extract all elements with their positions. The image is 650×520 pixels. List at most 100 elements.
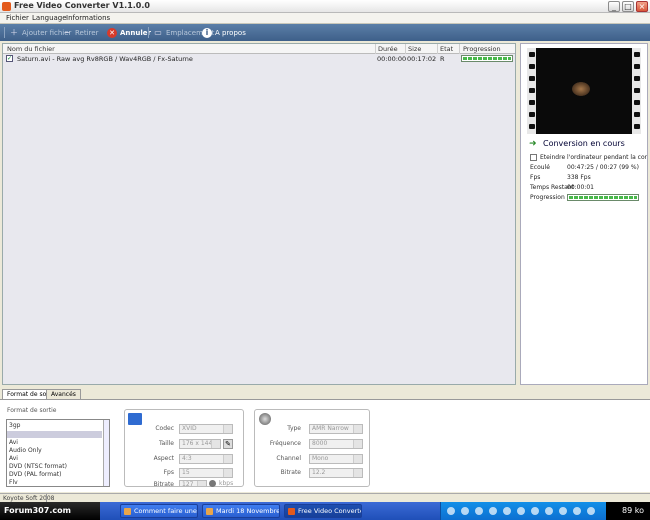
- video-aspect-label: Aspect: [153, 455, 174, 462]
- menu-file[interactable]: Fichier: [6, 14, 29, 22]
- tray-icon[interactable]: [461, 507, 469, 515]
- add-file-icon: ＋: [10, 28, 18, 37]
- video-settings-group: Codec XVID Taille 176 x 144 ✎ Aspect 4:3…: [124, 409, 244, 488]
- shutdown-checkbox[interactable]: [530, 154, 537, 161]
- about-button[interactable]: iA propos: [202, 26, 246, 39]
- formats-title: Format de sortie: [7, 407, 57, 414]
- format-list[interactable]: 3gp Avi Audio Only Avi DVD (NTSC format)…: [6, 419, 110, 487]
- row-duration: 00:00:00: [377, 55, 407, 63]
- size-indicator: 89 ko: [606, 502, 650, 520]
- audio-channel-select[interactable]: Mono: [309, 454, 363, 464]
- minimize-icon: _: [612, 2, 616, 11]
- video-bitrate-select[interactable]: 127: [179, 480, 207, 487]
- tray-icon[interactable]: [475, 507, 483, 515]
- title-bar: Free Video Converter V1.1.0.0 _ □ ×: [0, 0, 650, 13]
- taskbar-item[interactable]: Comment faire une...: [120, 504, 198, 518]
- start-button[interactable]: Forum307.com: [0, 502, 100, 520]
- video-aspect-select[interactable]: 4:3: [179, 454, 233, 464]
- tray-icon[interactable]: [503, 507, 511, 515]
- column-duration[interactable]: Durée: [378, 45, 398, 53]
- cancel-icon: ✕: [107, 27, 117, 38]
- video-size-select[interactable]: 176 x 144: [179, 439, 221, 449]
- format-item[interactable]: Audio Only: [9, 447, 42, 454]
- fps-value: 338 Fps: [567, 174, 591, 181]
- start-text: Forum307.com: [4, 506, 71, 515]
- format-item[interactable]: DVD (NTSC format): [9, 463, 67, 470]
- edit-size-icon[interactable]: ✎: [223, 439, 233, 449]
- remaining-value: 00:00:01: [567, 184, 594, 191]
- taskbar-item[interactable]: Mardi 18 Novembre 20...: [202, 504, 280, 518]
- table-row[interactable]: ✓ Saturn.avi - Raw avg Rv8RGB / Wav4RGB …: [3, 54, 515, 64]
- file-list[interactable]: Nom du fichier Durée Size Etat Progressi…: [2, 43, 516, 385]
- system-tray: [440, 502, 606, 520]
- tray-icon[interactable]: [447, 507, 455, 515]
- format-item[interactable]: Flv: [9, 479, 18, 486]
- conversion-panel: ➜ Conversion en cours Eteindre l'ordinat…: [520, 43, 648, 385]
- tray-icon[interactable]: [545, 507, 553, 515]
- format-item[interactable]: Avi: [9, 455, 18, 462]
- audio-frequency-select[interactable]: 8000: [309, 439, 363, 449]
- video-icon: [128, 413, 142, 425]
- cancel-button[interactable]: ✕ Annuler: [107, 26, 151, 39]
- audio-type-select[interactable]: AMR Narrow: [309, 424, 363, 434]
- overall-progress-fill: [569, 196, 637, 199]
- tray-icon[interactable]: [587, 507, 595, 515]
- format-item[interactable]: Avi: [9, 439, 18, 446]
- size-indicator-text: 89 ko: [622, 506, 644, 515]
- row-checkbox[interactable]: ✓: [6, 55, 13, 62]
- audio-bitrate-label: Bitrate: [280, 469, 301, 476]
- settings-tabs: Format de sortie Avancés: [0, 389, 650, 399]
- file-list-header: Nom du fichier Durée Size Etat Progressi…: [3, 44, 515, 54]
- format-item-selected[interactable]: [7, 431, 102, 438]
- column-size[interactable]: Size: [408, 45, 421, 53]
- tray-icon[interactable]: [531, 507, 539, 515]
- audio-settings-group: Type AMR Narrow Fréquence 8000 Channel M…: [254, 409, 370, 487]
- info-icon: i: [202, 27, 212, 38]
- taskbar-item-active[interactable]: Free Video Converter: [284, 504, 362, 518]
- elapsed-value: 00:47:25 / 00:27 (99 %): [567, 164, 639, 171]
- close-button[interactable]: ×: [636, 1, 648, 12]
- folder-icon: ▭: [154, 28, 162, 37]
- tray-icon[interactable]: [489, 507, 497, 515]
- conversion-status-title: Conversion en cours: [543, 139, 625, 148]
- menu-language[interactable]: Language: [32, 14, 67, 22]
- tray-icon[interactable]: [573, 507, 581, 515]
- audio-frequency-label: Fréquence: [269, 440, 301, 447]
- video-codec-select[interactable]: XVID: [179, 424, 233, 434]
- maximize-icon: □: [624, 2, 632, 11]
- row-size: 00:17:02: [407, 55, 437, 63]
- settings-panel: Format de sortie 3gp Avi Audio Only Avi …: [0, 399, 650, 492]
- preview-frame-image: [572, 82, 590, 96]
- format-item[interactable]: 3gp: [9, 422, 20, 429]
- toolbar: ＋ Ajouter fichier − Retirer ✕ Annuler ▭ Empl…: [0, 24, 650, 41]
- elapsed-label: Ecoulé: [530, 164, 550, 171]
- close-icon: ×: [638, 2, 646, 11]
- tab-advanced[interactable]: Avancés: [46, 389, 81, 399]
- toolbar-separator: [4, 27, 5, 38]
- video-size-label: Taille: [158, 440, 174, 447]
- app-icon: [288, 507, 295, 515]
- tray-icon[interactable]: [559, 507, 567, 515]
- remove-button[interactable]: − Retirer: [62, 26, 99, 39]
- column-filename[interactable]: Nom du fichier: [7, 45, 55, 53]
- arrow-right-icon: ➜: [529, 139, 537, 149]
- video-codec-label: Codec: [155, 425, 174, 432]
- menu-info[interactable]: Informations: [66, 14, 110, 22]
- audio-bitrate-select[interactable]: 12.2: [309, 468, 363, 478]
- maximize-button[interactable]: □: [622, 1, 634, 12]
- format-list-scrollbar[interactable]: [103, 420, 109, 486]
- tray-icon[interactable]: [517, 507, 525, 515]
- minimize-button[interactable]: _: [608, 1, 620, 12]
- row-filename: Saturn.avi - Raw avg Rv8RGB / Wav4RGB / …: [17, 55, 193, 63]
- film-strip-right: [632, 48, 641, 134]
- column-state[interactable]: Etat: [440, 45, 453, 53]
- column-progress[interactable]: Progression: [463, 45, 501, 53]
- menu-bar: Fichier Language Informations: [0, 13, 650, 24]
- video-fps-select[interactable]: 15: [179, 468, 233, 478]
- app-icon: [2, 2, 11, 11]
- shutdown-label: Eteindre l'ordinateur pendant la convers…: [540, 154, 647, 161]
- toolbar-separator: [148, 27, 149, 38]
- format-item[interactable]: DVD (PAL format): [9, 471, 61, 478]
- window-title: Free Video Converter V1.1.0.0: [14, 1, 150, 10]
- status-bar: Koyote Soft 2008: [0, 493, 650, 502]
